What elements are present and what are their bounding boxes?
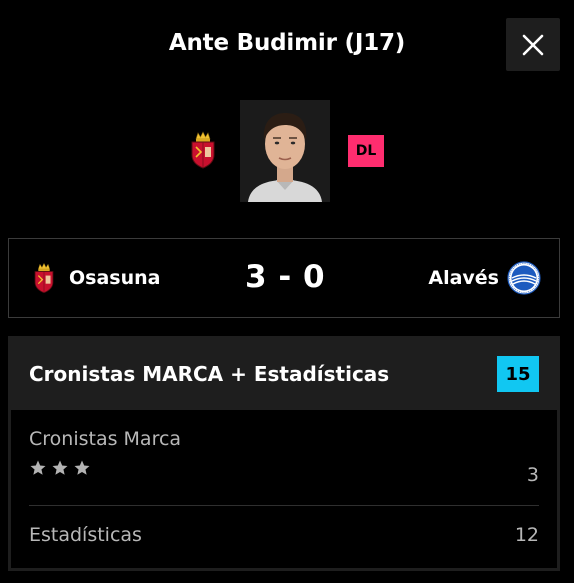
page-title: Ante Budimir (J17) [168,30,406,56]
close-icon [522,34,544,55]
rating-stars [29,459,539,477]
divider [29,505,539,506]
stat-value: 3 [526,464,539,486]
player-photo [240,100,330,202]
stat-label: Estadísticas [29,524,142,546]
stats-title: Cronistas MARCA + Estadísticas [29,362,390,386]
stat-value: 12 [514,524,539,546]
away-team-name: Alavés [428,267,499,289]
stat-row-cronistas: Cronistas Marca 3 [29,428,539,488]
player-info: DL [0,100,574,202]
match-result: Osasuna 3 - 0 Alavés [8,238,560,318]
position-badge: DL [348,135,384,167]
stats-breakdown: Cronistas Marca 3 Estadísticas 12 [11,410,557,568]
star-icon [74,460,90,475]
alaves-crest-icon [507,261,541,295]
osasuna-crest-icon [191,131,215,169]
total-points-badge: 15 [497,356,539,392]
stats-card: Cronistas MARCA + Estadísticas 15 Cronis… [8,336,560,571]
player-points-modal: Ante Budimir (J17) DL Osasuna 3 - 0 Alav… [0,0,574,583]
star-icon [30,460,46,475]
stat-row-estadisticas: Estadísticas 12 [29,524,539,550]
close-button[interactable] [506,18,560,71]
stats-header: Cronistas MARCA + Estadísticas 15 [8,336,560,410]
stat-label: Cronistas Marca [29,428,182,450]
star-icon [52,460,68,475]
